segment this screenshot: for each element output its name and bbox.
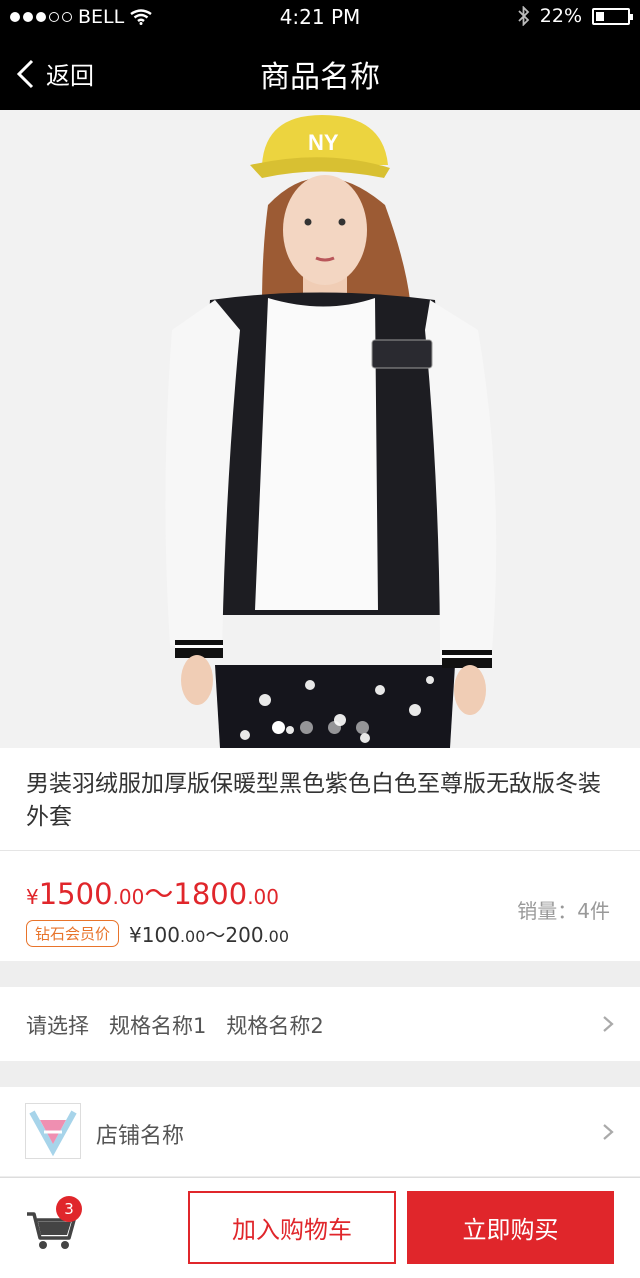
shop-row[interactable]: 店铺名称 — [0, 1087, 640, 1176]
buy-now-button[interactable]: 立即购买 — [407, 1191, 614, 1264]
product-photo: NY — [0, 110, 640, 748]
add-to-cart-button[interactable]: 加入购物车 — [188, 1191, 396, 1264]
svg-text:NY: NY — [308, 130, 339, 155]
product-title-section: 男装羽绒服加厚版保暖型黑色紫色白色至尊版无敌版冬装外套 — [0, 748, 640, 851]
vip-price: 钻石会员价 ¥100.00～200.00 — [26, 919, 289, 948]
pager-dot[interactable] — [272, 721, 285, 734]
vip-max: 200 — [225, 923, 264, 947]
vip-separator: ～ — [205, 923, 226, 947]
spec-selector[interactable]: 请选择 规格名称1 规格名称2 — [0, 987, 640, 1061]
chevron-right-icon — [603, 1124, 614, 1140]
cart-count-badge: 3 — [56, 1196, 82, 1222]
vip-badge: 钻石会员价 — [26, 920, 120, 947]
vip-currency: ¥ — [129, 923, 142, 947]
price-max-decimal: .00 — [247, 885, 279, 909]
vip-price-range: ¥100.00～200.00 — [129, 919, 289, 948]
spec-label: 请选择 规格名称1 规格名称2 — [26, 1014, 324, 1038]
vip-min: 100 — [141, 923, 180, 947]
shop-logo-icon — [26, 1104, 80, 1158]
bluetooth-icon — [518, 6, 530, 26]
product-image-carousel[interactable]: NY — [0, 110, 640, 748]
carousel-pager[interactable] — [272, 721, 369, 734]
status-bar: BELL 4:21 PM 22% — [0, 0, 640, 34]
price-max: 1800 — [173, 877, 248, 911]
bottom-action-bar: 3 加入购物车 立即购买 — [0, 1177, 640, 1278]
price-range: ¥1500.00～1800.00 — [26, 871, 279, 913]
pager-dot[interactable] — [300, 721, 313, 734]
price-min: 1500 — [38, 877, 113, 911]
nav-bar: 返回 商品名称 — [0, 34, 640, 110]
product-title: 男装羽绒服加厚版保暖型黑色紫色白色至尊版无敌版冬装外套 — [26, 771, 601, 830]
pager-dot[interactable] — [328, 721, 341, 734]
page-title: 商品名称 — [260, 60, 380, 95]
price-min-decimal: .00 — [112, 885, 145, 909]
vip-max-decimal: .00 — [263, 927, 290, 946]
battery-percent: 22% — [539, 5, 582, 27]
chevron-right-icon — [603, 1016, 614, 1032]
vip-min-decimal: .00 — [179, 927, 206, 946]
sales-count: 销量：4件 — [517, 899, 610, 923]
shop-name: 店铺名称 — [96, 1124, 185, 1149]
price-currency: ¥ — [26, 885, 39, 909]
price-section: ¥1500.00～1800.00 钻石会员价 ¥100.00～200.00 销量… — [0, 851, 640, 961]
pager-dot[interactable] — [356, 721, 369, 734]
shop-logo — [25, 1103, 81, 1159]
price-separator: ～ — [144, 877, 174, 911]
battery-icon — [592, 7, 633, 25]
status-right: 22% — [518, 5, 633, 27]
